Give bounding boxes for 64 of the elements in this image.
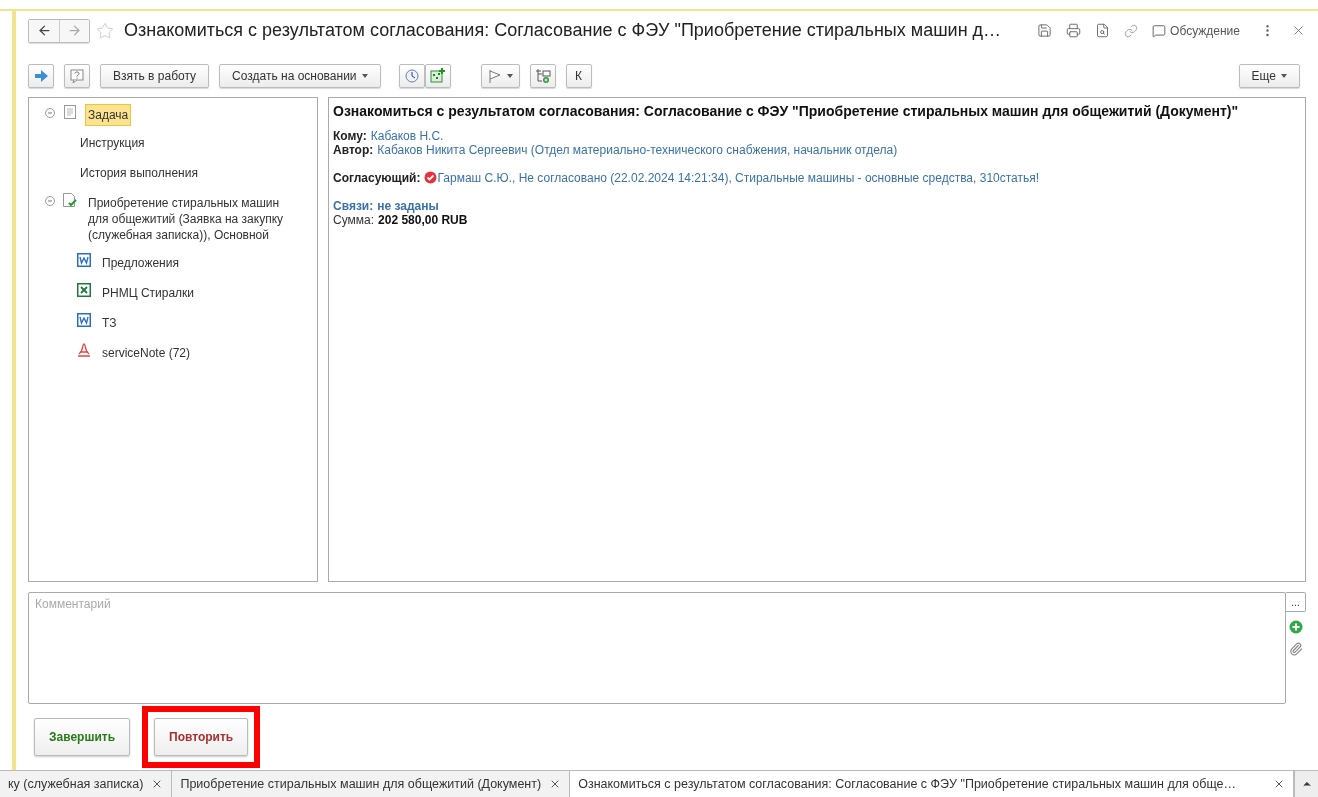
toolbar-button[interactable]: [529, 63, 556, 88]
toolbar-button[interactable]: [64, 63, 90, 88]
pdf-file-icon: [77, 342, 91, 357]
amount-value: 202 580,00 RUB: [378, 212, 468, 227]
field-label: Автор:: [333, 142, 374, 157]
person-link[interactable]: Кабаков Никита Сергеевич (Отдел материально-технического снабжения, начальник отдела): [377, 142, 898, 157]
flag-icon: [487, 68, 502, 83]
caret-icon: [506, 73, 513, 78]
document-title: Ознакомиться с результатом согласования: Согласование с ФЭУ "Приобретение стиральных машин для общежитий (Документ)": [333, 102, 1240, 119]
arrow-right-icon: [34, 69, 48, 82]
toolbar-button[interactable]: [424, 63, 451, 88]
word-file-icon: [77, 312, 91, 327]
paperclip-icon[interactable]: [1289, 642, 1303, 656]
tree-item[interactable]: ТЗ: [99, 311, 120, 334]
toolbar-button[interactable]: К: [565, 63, 592, 88]
relations-link[interactable]: не заданы: [377, 198, 439, 213]
star-icon[interactable]: [96, 21, 114, 40]
tree-item[interactable]: Предложения: [99, 251, 182, 274]
excel-file-icon: [77, 282, 91, 297]
field-label: Сумма:: [333, 212, 375, 227]
field-label: Связи:: [333, 198, 374, 213]
choose-button[interactable]: ...: [1286, 592, 1306, 612]
document-check-icon: [63, 192, 77, 208]
document-icon: [64, 104, 76, 119]
add-icon[interactable]: [1289, 620, 1303, 634]
check-badge-icon: [424, 171, 438, 185]
clock-icon: [404, 68, 419, 83]
tree-item[interactable]: Инструкция: [77, 131, 148, 154]
tree-item[interactable]: serviceNote (72): [99, 341, 194, 364]
word-file-icon: [77, 252, 91, 267]
comment-field[interactable]: Комментарий: [28, 592, 1286, 704]
open-tab[interactable]: Ознакомиться с результатом согласования: Согласование с ФЭУ "Приобретение стиральных машин для обще…: [570, 771, 1294, 797]
save-icon[interactable]: [1037, 23, 1053, 39]
close-icon[interactable]: [1273, 778, 1285, 790]
tree-item[interactable]: Задача: [85, 103, 132, 126]
back-button[interactable]: [29, 19, 59, 42]
field-label: Кому:: [333, 128, 367, 143]
create-based-on-button[interactable]: Создать на основании: [219, 63, 381, 88]
more-button[interactable]: Еще: [1238, 63, 1300, 88]
speech-bubble-icon: [1152, 23, 1167, 38]
action-button[interactable]: Завершить: [34, 718, 131, 756]
toolbar-button[interactable]: [398, 63, 425, 88]
approval-link[interactable]: Гармаш С.Ю., Не согласовано (22.02.2024 14:21:34), Стиральные машины - основные средства, 310статья!: [437, 170, 1040, 185]
person-link[interactable]: Кабаков Н.С.: [370, 128, 444, 143]
tree-item[interactable]: Приобретение стиральных машин для общежитий (Заявка на закупку (служебная записка)), Основной: [85, 191, 303, 246]
field-label: Согласующий:: [333, 170, 421, 185]
collapse-icon[interactable]: [45, 107, 55, 118]
print-icon[interactable]: [1066, 23, 1082, 39]
window-title: Ознакомиться с результатом согласования: Согласование с ФЭУ "Приобретение стиральных машин д…: [124, 20, 1003, 42]
flag-button[interactable]: [480, 63, 520, 88]
tree-item[interactable]: РНМЦ Стиралки: [99, 281, 198, 304]
caret-icon: [361, 73, 368, 78]
help-icon: [70, 68, 84, 83]
structure-icon: [534, 67, 551, 84]
preview-icon[interactable]: [1095, 23, 1111, 39]
collapse-icon[interactable]: [45, 195, 55, 206]
caret-icon: [1281, 73, 1287, 78]
action-button[interactable]: Повторить: [154, 718, 249, 756]
tree-item[interactable]: История выполнения: [77, 161, 201, 184]
toolbar-button[interactable]: [28, 63, 54, 88]
spreadsheet-add-icon: [429, 67, 446, 84]
link-icon[interactable]: [1124, 23, 1139, 38]
discussion-button[interactable]: Обсуждение: [1152, 23, 1240, 38]
toolbar-button[interactable]: Взять в работу: [100, 63, 210, 88]
